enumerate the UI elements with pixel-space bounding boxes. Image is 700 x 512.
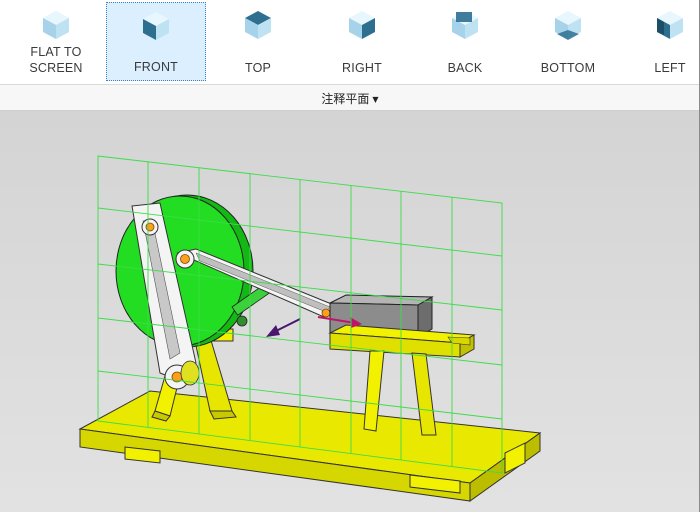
flat-to-screen-button[interactable]: FLAT TO SCREEN	[6, 2, 106, 81]
left-view-label: LEFT	[654, 61, 686, 75]
view-ribbon: FLAT TO SCREEN FRONT TOP RIGHT BACK BOTT…	[0, 0, 700, 85]
back-view-button[interactable]: BACK	[415, 2, 515, 81]
front-view-icon	[143, 12, 169, 40]
left-view-button[interactable]: LEFT	[620, 2, 700, 81]
bottom-view-label: BOTTOM	[540, 61, 596, 75]
base-plate	[78, 390, 542, 502]
3d-viewport[interactable]	[0, 111, 700, 512]
right-view-icon	[349, 11, 375, 39]
top-view-button[interactable]: TOP	[208, 2, 308, 81]
flat-to-screen-label: FLAT TO SCREEN	[29, 45, 83, 75]
left-view-icon	[657, 11, 683, 39]
right-view-button[interactable]: RIGHT	[312, 2, 412, 81]
top-view-icon	[245, 11, 271, 39]
model-scene	[78, 155, 542, 502]
annotation-plane-group[interactable]: 注释平面 ▼	[0, 85, 700, 111]
flat-to-screen-icon	[43, 11, 69, 39]
back-view-icon	[452, 11, 478, 39]
front-view-button[interactable]: FRONT	[106, 2, 206, 81]
caret-down-icon: ▼	[372, 95, 379, 104]
back-view-label: BACK	[447, 61, 483, 75]
annotation-plane-dropdown[interactable]: 注释平面 ▼	[0, 90, 700, 107]
bottom-view-icon	[555, 11, 581, 40]
top-view-label: TOP	[244, 61, 272, 75]
front-view-label: FRONT	[133, 60, 179, 74]
bottom-view-button[interactable]: BOTTOM	[518, 2, 618, 81]
right-view-label: RIGHT	[342, 61, 382, 75]
